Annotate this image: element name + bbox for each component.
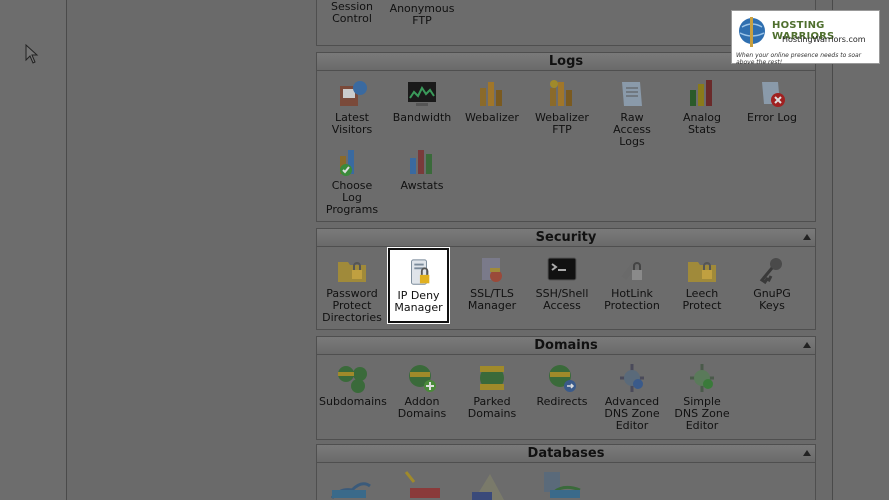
page: FTP Session Control Anonymous FTP Logs L… [0,0,889,500]
logo-site: HostingWarriors.com [782,35,866,44]
bandwidth-label: Bandwidth [392,111,452,124]
ssh-shell-access-item[interactable]: SSH/Shell Access [529,254,595,312]
latest-visitors-item[interactable]: Latest Visitors [319,78,385,136]
webalizer-ftp-label: Webalizer FTP [535,111,589,136]
hotlink-protection-item[interactable]: HotLink Protection [599,254,665,312]
latest-visitors-label: Latest Visitors [331,111,373,136]
password-protect-directories-item[interactable]: Password Protect Directories [319,254,385,324]
subdomains-icon [338,366,367,393]
domains-title: Domains [534,338,598,353]
gnupg-keys-item[interactable]: GnuPG Keys [739,254,805,312]
error-log-icon [762,82,785,107]
addon-domains-label: Addon Domains [397,395,447,420]
anonymous-ftp-label: Anonymous FTP [389,2,455,27]
latest-visitors-icon [340,81,367,106]
simple-dns-icon [690,364,714,392]
analog-stats-item[interactable]: Analog Stats [669,78,735,136]
webalizer-ftp-item[interactable]: Webalizer FTP [529,78,595,136]
collapse-arrow-icon[interactable] [803,342,811,348]
advanced-dns-icon [620,364,644,392]
redirects-icon [549,365,576,392]
hotlink-protection-icon [621,260,642,280]
collapse-arrow-icon[interactable] [803,234,811,240]
hosting-warriors-logo: HOSTING WARRIORS HostingWarriors.com Whe… [731,10,880,66]
collapse-arrow-icon[interactable] [803,450,811,456]
anonymous-ftp-item[interactable]: Anonymous FTP [389,3,455,27]
simple-dns-zone-editor-item[interactable]: Simple DNS Zone Editor [669,362,735,432]
awstats-icon [410,150,432,174]
choose-log-programs-label: Choose Log Programs [325,179,379,216]
terminal-icon [547,257,577,281]
analog-stats-label: Analog Stats [682,111,721,136]
databases-header[interactable]: Databases [317,445,815,463]
ip-deny-manager-item[interactable]: IP Deny Manager [390,258,447,314]
hotlink-protection-label: HotLink Protection [604,287,660,312]
password-protect-label: Password Protect Directories [322,287,382,324]
left-pane [0,0,67,500]
ftp-session-label: FTP Session Control [331,0,373,25]
webalizer-icon [480,82,502,106]
raw-access-logs-icon [622,82,642,106]
logo-tagline: When your online presence needs to soar … [736,52,862,66]
security-title: Security [535,230,597,245]
password-protect-icon [338,262,366,282]
ip-deny-manager-icon [410,259,429,285]
leech-protect-icon [688,262,716,282]
ip-deny-manager-highlight: IP Deny Manager [388,248,449,323]
gnupg-keys-label: GnuPG Keys [753,287,791,312]
choose-log-programs-item[interactable]: Choose Log Programs [319,146,385,216]
analog-stats-icon [690,80,712,106]
awstats-label: Awstats [400,179,444,192]
raw-access-logs-label: Raw Access Logs [613,111,651,148]
raw-access-logs-item[interactable]: Raw Access Logs [599,78,665,148]
webalizer-item[interactable]: Webalizer [459,78,525,124]
parked-domains-item[interactable]: Parked Domains [459,362,525,420]
domains-header[interactable]: Domains [317,337,815,355]
redirects-item[interactable]: Redirects [529,362,595,408]
awstats-item[interactable]: Awstats [389,146,455,192]
parked-domains-icon [480,366,504,390]
leech-protect-item[interactable]: Leech Protect [669,254,735,312]
ssl-tls-manager-item[interactable]: SSL/TLS Manager [459,254,525,312]
advanced-dns-zone-editor-item[interactable]: Advanced DNS Zone Editor [599,362,665,432]
remote-mysql-icon[interactable] [540,468,586,500]
simple-dns-label: Simple DNS Zone Editor [674,395,730,432]
mysql-wizard-icon[interactable] [400,468,446,500]
choose-log-programs-icon [340,150,354,176]
addon-domains-item[interactable]: Addon Domains [389,362,455,420]
ssl-tls-icon [482,258,502,282]
globe-logo-icon [739,17,765,47]
webalizer-label: Webalizer [465,111,519,124]
ftp-session-control-item[interactable]: FTP Session Control [319,0,385,25]
advanced-dns-label: Advanced DNS Zone Editor [604,395,660,432]
keys-icon [759,258,782,285]
leech-protect-label: Leech Protect [682,287,722,312]
databases-title: Databases [527,446,605,461]
error-log-label: Error Log [747,111,797,124]
bandwidth-item[interactable]: Bandwidth [389,78,455,124]
security-header[interactable]: Security [317,229,815,247]
bandwidth-icon [408,82,436,106]
webalizer-ftp-icon [550,80,572,106]
phpmyadmin-icon[interactable] [470,470,514,500]
mouse-cursor-icon [25,44,39,64]
error-log-item[interactable]: Error Log [739,78,805,124]
ssl-tls-label: SSL/TLS Manager [467,287,517,312]
logs-title: Logs [548,54,584,69]
ip-deny-manager-label: IP Deny Manager [394,289,443,314]
ssh-shell-label: SSH/Shell Access [535,287,589,312]
addon-domains-icon [409,365,436,392]
subdomains-label: Subdomains [319,395,387,408]
redirects-label: Redirects [536,395,588,408]
parked-domains-label: Parked Domains [467,395,517,420]
subdomains-item[interactable]: Subdomains [319,362,387,408]
mysql-databases-icon[interactable] [328,470,374,500]
right-pane [833,0,889,500]
